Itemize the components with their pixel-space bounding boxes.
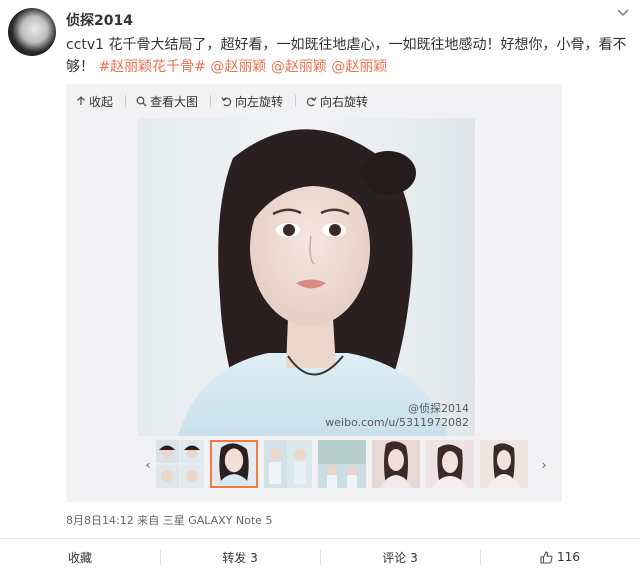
- post-source: 来自 三星 GALAXY Note 5: [137, 514, 273, 527]
- rotate-right-label: 向右旋转: [320, 94, 369, 109]
- media-toolbar: 收起 查看大图 向左旋转 向右旋转: [66, 84, 562, 118]
- thumbnail-strip: ‹ ›: [66, 440, 562, 490]
- hashtag-link[interactable]: #赵丽颖花千骨#: [98, 59, 205, 75]
- avatar[interactable]: [8, 8, 56, 56]
- collapse-label: 收起: [89, 94, 114, 109]
- thumbnail-image: [480, 440, 528, 488]
- thumbs-up-icon: [540, 551, 553, 564]
- rotate-left-label: 向左旋转: [235, 94, 284, 109]
- thumbnail-image: [212, 442, 256, 486]
- mention-link[interactable]: @赵丽颖: [210, 59, 266, 75]
- rotate-left-button[interactable]: 向左旋转: [221, 93, 283, 110]
- portrait-image: [138, 118, 475, 436]
- watermark: @侦探2014 weibo.com/u/5311972082: [325, 402, 469, 430]
- thumbnail[interactable]: [156, 440, 204, 488]
- chevron-down-icon[interactable]: [616, 8, 630, 18]
- thumbnail-active[interactable]: [210, 440, 258, 488]
- thumbnail-image: [318, 440, 366, 488]
- main-photo[interactable]: @侦探2014 weibo.com/u/5311972082: [138, 118, 475, 436]
- thumbnail[interactable]: [318, 440, 366, 488]
- repost-button[interactable]: 转发 3: [160, 539, 320, 575]
- mention-link[interactable]: @赵丽颖: [271, 59, 327, 75]
- like-button[interactable]: 116: [480, 539, 640, 575]
- chevron-left-icon[interactable]: ‹: [142, 440, 154, 490]
- rotate-right-icon: [306, 96, 317, 106]
- toolbar-divider: [295, 95, 297, 107]
- rotate-right-button[interactable]: 向右旋转: [306, 93, 368, 110]
- watermark-url: weibo.com/u/5311972082: [325, 416, 469, 429]
- post-timestamp[interactable]: 8月8日14:12: [66, 514, 134, 527]
- like-count: 116: [557, 550, 580, 564]
- comment-label: 评论 3: [382, 550, 418, 565]
- repost-label: 转发 3: [222, 550, 258, 565]
- view-large-button[interactable]: 查看大图: [136, 93, 198, 110]
- magnifier-icon: [136, 96, 147, 107]
- comment-button[interactable]: 评论 3: [320, 539, 480, 575]
- toolbar-divider: [210, 95, 212, 107]
- thumbnail[interactable]: [480, 440, 528, 488]
- thumbnail[interactable]: [264, 440, 312, 488]
- thumbnail-image: [156, 440, 204, 488]
- rotate-left-icon: [221, 96, 232, 106]
- post-meta: 8月8日14:12 来自 三星 GALAXY Note 5: [66, 512, 272, 528]
- thumbnail-image: [426, 440, 474, 488]
- favorite-label: 收藏: [67, 550, 92, 565]
- thumbnail[interactable]: [372, 440, 420, 488]
- mention-link[interactable]: @赵丽颖: [331, 59, 387, 75]
- thumbnail-image: [372, 440, 420, 488]
- username[interactable]: 侦探2014: [66, 10, 133, 30]
- favorite-button[interactable]: 收藏: [0, 539, 160, 575]
- view-large-label: 查看大图: [150, 94, 199, 109]
- media-viewer: 收起 查看大图 向左旋转 向右旋转 @侦探2014 weibo.com/u/53…: [66, 84, 562, 502]
- arrow-up-icon: [77, 96, 85, 105]
- thumbnail-image: [264, 440, 312, 488]
- collapse-button[interactable]: 收起: [76, 93, 113, 110]
- watermark-user: @侦探2014: [408, 402, 469, 415]
- thumbnail[interactable]: [426, 440, 474, 488]
- action-bar: 收藏 转发 3 评论 3 116: [0, 538, 640, 575]
- chevron-right-icon[interactable]: ›: [538, 440, 550, 490]
- toolbar-divider: [125, 95, 127, 107]
- post-text: cctv1 花千骨大结局了，超好看，一如既往地虐心，一如既往地感动！好想你，小骨…: [66, 34, 628, 78]
